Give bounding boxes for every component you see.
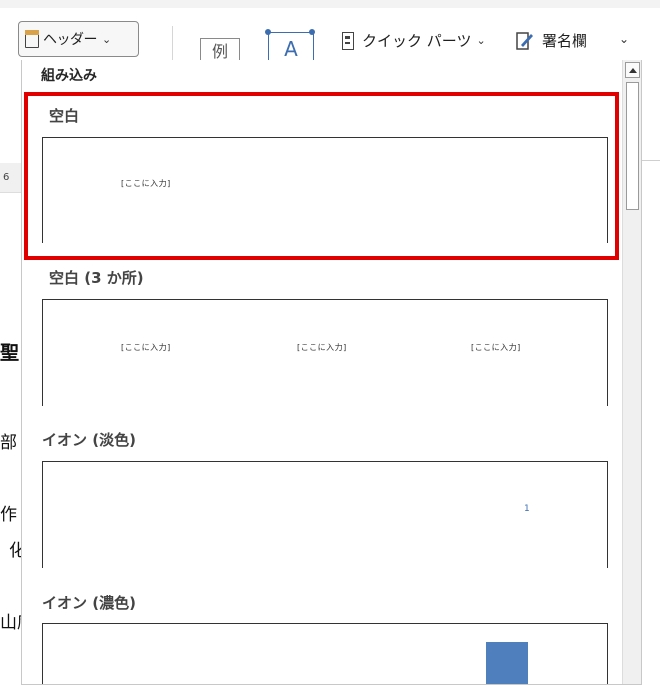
textbox-handle-icon — [309, 29, 315, 35]
signature-icon — [516, 31, 533, 50]
header-icon — [24, 30, 39, 48]
chevron-down-icon: ⌄ — [476, 34, 486, 47]
quick-parts-icon — [342, 31, 354, 50]
document-area — [0, 163, 22, 685]
chevron-down-icon: ⌄ — [102, 32, 112, 46]
gallery-item-title: 空白 (3 か所) — [49, 269, 144, 287]
document-text-fragment: 作 — [0, 505, 17, 525]
gallery-item-title: イオン (淡色) — [42, 431, 136, 449]
placeholder-text: [ここに入力] — [297, 343, 347, 352]
page-number: 1 — [524, 504, 530, 514]
window-top-edge — [0, 0, 660, 8]
ribbon-bottom-border — [641, 160, 660, 161]
signature-line-label: 署名欄 — [542, 32, 588, 50]
selection-highlight — [24, 92, 619, 260]
gallery-scrollbar[interactable] — [622, 60, 641, 684]
placeholder-text: [ここに入力] — [471, 343, 521, 352]
gallery-item-ion-dark[interactable] — [42, 623, 608, 684]
gallery-item-ion-light[interactable]: 1 — [42, 461, 608, 568]
gallery-item-blank-3[interactable]: [ここに入力] [ここに入力] [ここに入力] — [42, 299, 608, 406]
ribbon: ヘッダー ⌄ 例 A クイック パーツ ⌄ 署名欄 ⌄ — [0, 8, 660, 66]
signature-line-button[interactable]: 署名欄 — [516, 30, 587, 51]
header-button-label: ヘッダー — [43, 32, 98, 48]
scroll-up-icon[interactable] — [625, 62, 640, 78]
quick-parts-button[interactable]: クイック パーツ ⌄ — [342, 30, 486, 51]
placeholder-text: [ここに入力] — [121, 343, 171, 352]
document-text-fragment: 部 — [0, 433, 17, 453]
signature-dropdown-chevron-icon[interactable]: ⌄ — [619, 32, 629, 46]
scrollbar-thumb[interactable] — [626, 82, 639, 210]
ruler: 6 — [0, 163, 22, 193]
page-number-block — [486, 642, 528, 684]
header-button[interactable]: ヘッダー ⌄ — [18, 21, 139, 57]
header-gallery: 組み込み 空白 [ここに入力] 空白 (3 か所) [ここに入力] [ここに入力… — [21, 60, 642, 685]
document-right-area — [641, 60, 660, 685]
section-title-builtin: 組み込み — [41, 68, 97, 84]
quick-parts-label: クイック パーツ — [362, 32, 472, 50]
gallery-item-title: イオン (濃色) — [42, 594, 136, 612]
textbox-handle-icon — [265, 29, 271, 35]
